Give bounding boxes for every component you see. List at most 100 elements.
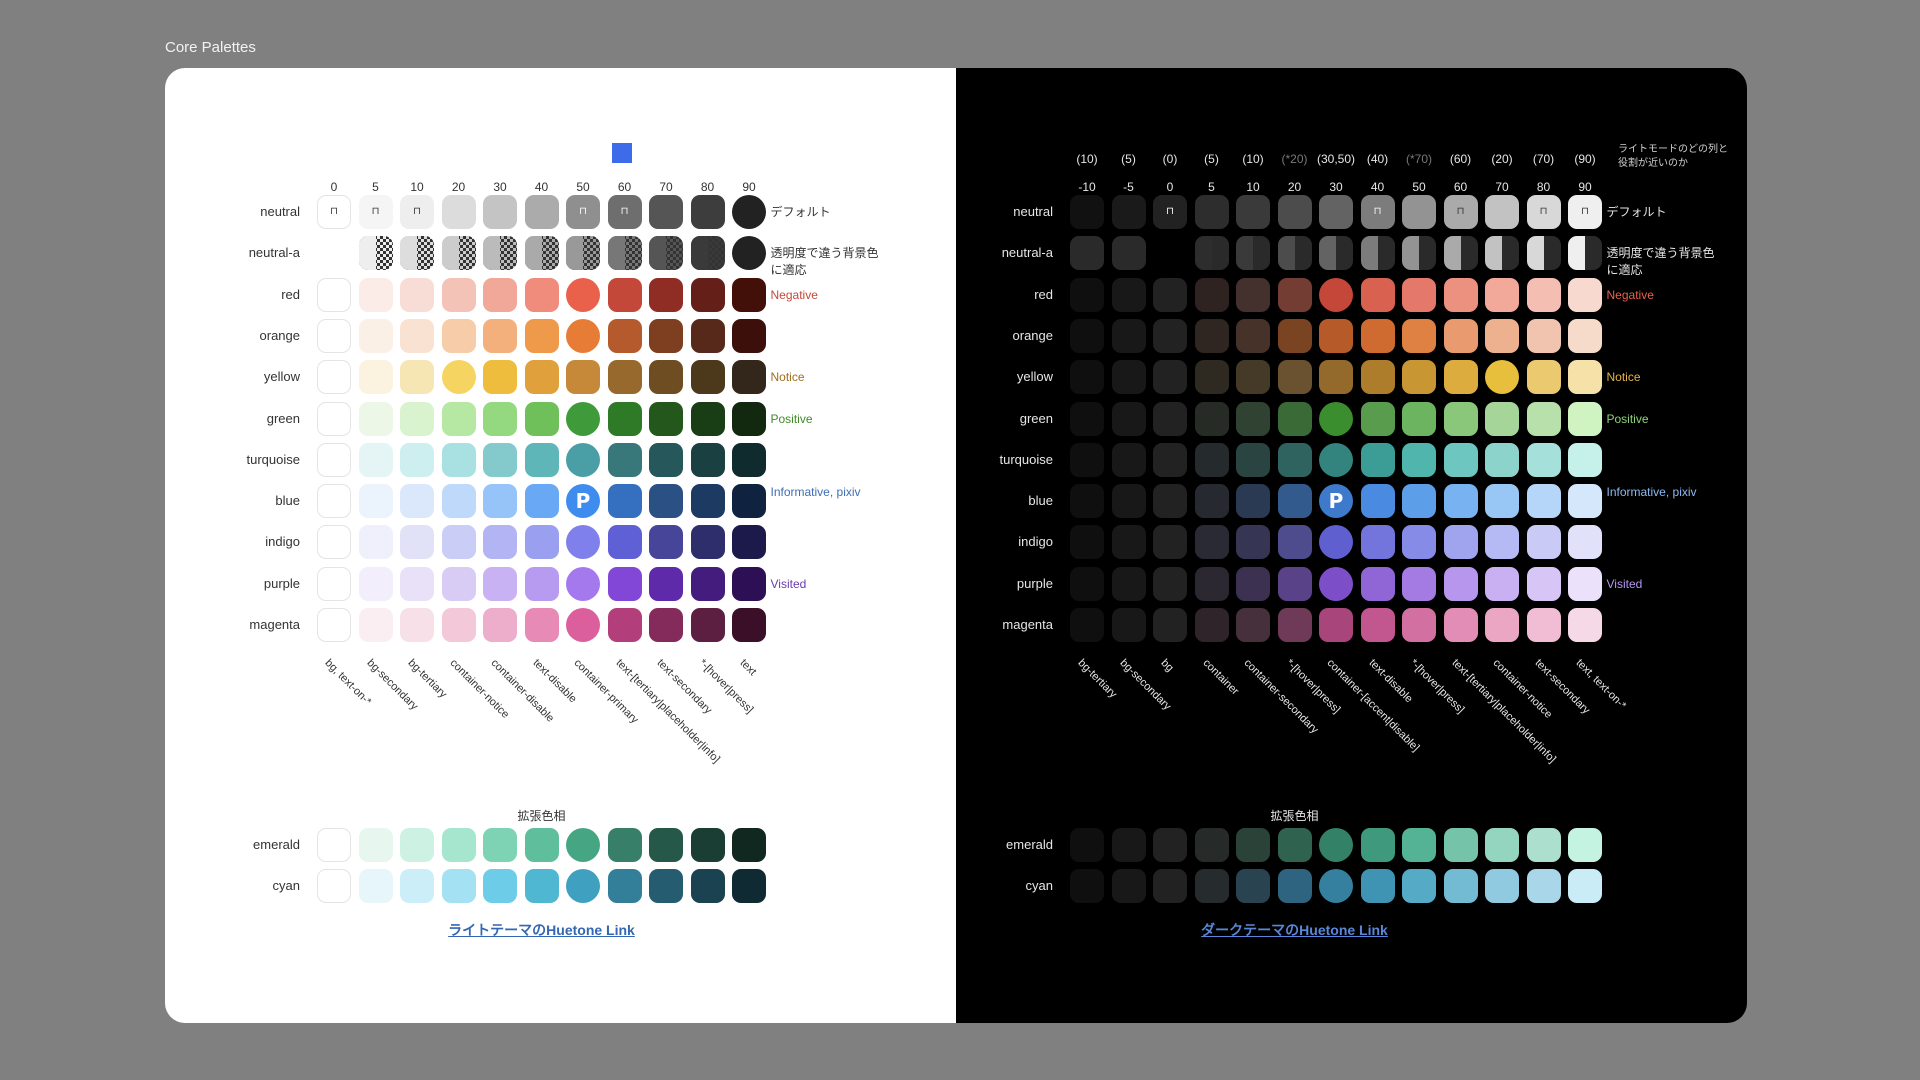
swatch <box>400 566 434 601</box>
row-label-indigo: indigo <box>1018 534 1053 550</box>
swatch <box>649 442 683 477</box>
swatch <box>317 277 351 312</box>
swatch <box>1402 608 1436 642</box>
role-step-header: (60) <box>1449 152 1472 166</box>
swatch <box>524 360 559 395</box>
swatch <box>1319 828 1353 862</box>
swatch <box>400 484 434 519</box>
swatch <box>317 828 351 862</box>
swatch <box>317 401 351 436</box>
extension-hues-title: 拡張色相 <box>517 809 566 823</box>
step-header: 5 <box>1208 180 1215 194</box>
swatch <box>400 360 434 395</box>
row-annotation: Visited <box>1606 576 1643 591</box>
swatch <box>524 608 559 642</box>
swatch <box>1277 401 1312 436</box>
row-label-turquoise: turquoise <box>999 451 1053 467</box>
swatch <box>317 525 351 560</box>
swatch <box>1194 236 1229 271</box>
row-label-neutral-a: neutral-a <box>248 245 300 261</box>
swatch <box>1319 869 1353 904</box>
light-theme-panel: 0 5 10 20 30 40 50 60 70 80 90 neutral ⊓ ⊓ ⊓ ⊓ ⊓ デフォルト neu… <box>165 68 956 1023</box>
swatch <box>1277 828 1312 862</box>
swatch <box>1360 236 1395 271</box>
swatch <box>1526 869 1561 904</box>
swatch <box>1194 442 1229 477</box>
lock-icon: ⊓ <box>1166 206 1174 217</box>
row-label-orange: orange <box>1012 327 1053 343</box>
row-label-red: red <box>281 286 300 302</box>
swatch <box>524 401 559 436</box>
row-annotation: 透明度で違う背景色に適応 <box>770 246 879 278</box>
swatch <box>649 195 683 229</box>
swatch <box>1402 236 1436 271</box>
swatch <box>358 869 393 904</box>
swatch <box>607 401 642 436</box>
role-step-header: (40) <box>1366 152 1389 166</box>
swatch <box>690 442 725 477</box>
column-role-label: container-secondary <box>1241 657 1321 737</box>
swatch <box>690 828 725 862</box>
swatch <box>690 277 725 312</box>
swatch <box>1111 195 1146 229</box>
swatch <box>1568 401 1602 436</box>
swatch <box>524 869 559 904</box>
huetone-link[interactable]: ライトテーマのHuetone Link <box>412 920 672 940</box>
swatch <box>524 828 559 862</box>
swatch: ⊓ <box>317 195 351 229</box>
row-annotation: Negative <box>770 287 818 302</box>
swatch <box>1194 318 1229 353</box>
swatch <box>1070 828 1104 862</box>
swatch <box>1526 318 1561 353</box>
swatch <box>1111 360 1146 395</box>
swatch <box>1277 566 1312 601</box>
swatch: ⊓ <box>566 195 600 229</box>
swatch <box>1111 869 1146 904</box>
step-header: 40 <box>1370 180 1385 194</box>
swatch <box>1236 484 1270 519</box>
pixiv-logo-icon: P <box>575 489 591 514</box>
swatch <box>1443 484 1478 519</box>
swatch <box>649 869 683 904</box>
swatch <box>400 401 434 436</box>
swatch <box>1443 566 1478 601</box>
swatch <box>1485 442 1519 477</box>
swatch <box>690 360 725 395</box>
swatch <box>1402 277 1436 312</box>
swatch <box>1319 277 1353 312</box>
swatch <box>1070 401 1104 436</box>
column-role-label: text <box>737 657 759 679</box>
swatch <box>732 318 766 353</box>
role-step-header: (70) <box>1532 152 1555 166</box>
swatch <box>690 195 725 229</box>
step-header: 50 <box>576 180 590 194</box>
swatch <box>732 195 766 229</box>
swatch <box>1568 318 1602 353</box>
pixiv-logo-icon: P <box>1328 489 1344 514</box>
swatch <box>607 236 642 271</box>
column-role-label: bg-tertiary <box>405 657 450 701</box>
swatch <box>607 828 642 862</box>
swatch <box>1485 566 1519 601</box>
swatch <box>732 869 766 904</box>
row-label-magenta: magenta <box>249 617 300 632</box>
swatch <box>1485 484 1519 519</box>
swatch <box>732 608 766 642</box>
column-role-label: container <box>1200 657 1241 698</box>
swatch <box>649 277 683 312</box>
extension-hues-title: 拡張色相 <box>1270 809 1319 823</box>
swatch <box>358 525 393 560</box>
huetone-link[interactable]: ダークテーマのHuetone Link <box>1165 920 1425 940</box>
step-header: 70 <box>659 180 673 194</box>
swatch <box>1443 869 1478 904</box>
swatch <box>1236 828 1270 862</box>
row-label-neutral-a: neutral-a <box>1001 245 1053 261</box>
frame-title: Core Palettes <box>165 39 256 56</box>
swatch <box>483 360 517 395</box>
swatch <box>1568 236 1602 271</box>
swatch <box>1568 484 1602 519</box>
swatch: ⊓ <box>1443 195 1478 229</box>
swatch <box>566 869 600 904</box>
swatch <box>1153 360 1187 395</box>
swatch <box>1070 236 1104 271</box>
